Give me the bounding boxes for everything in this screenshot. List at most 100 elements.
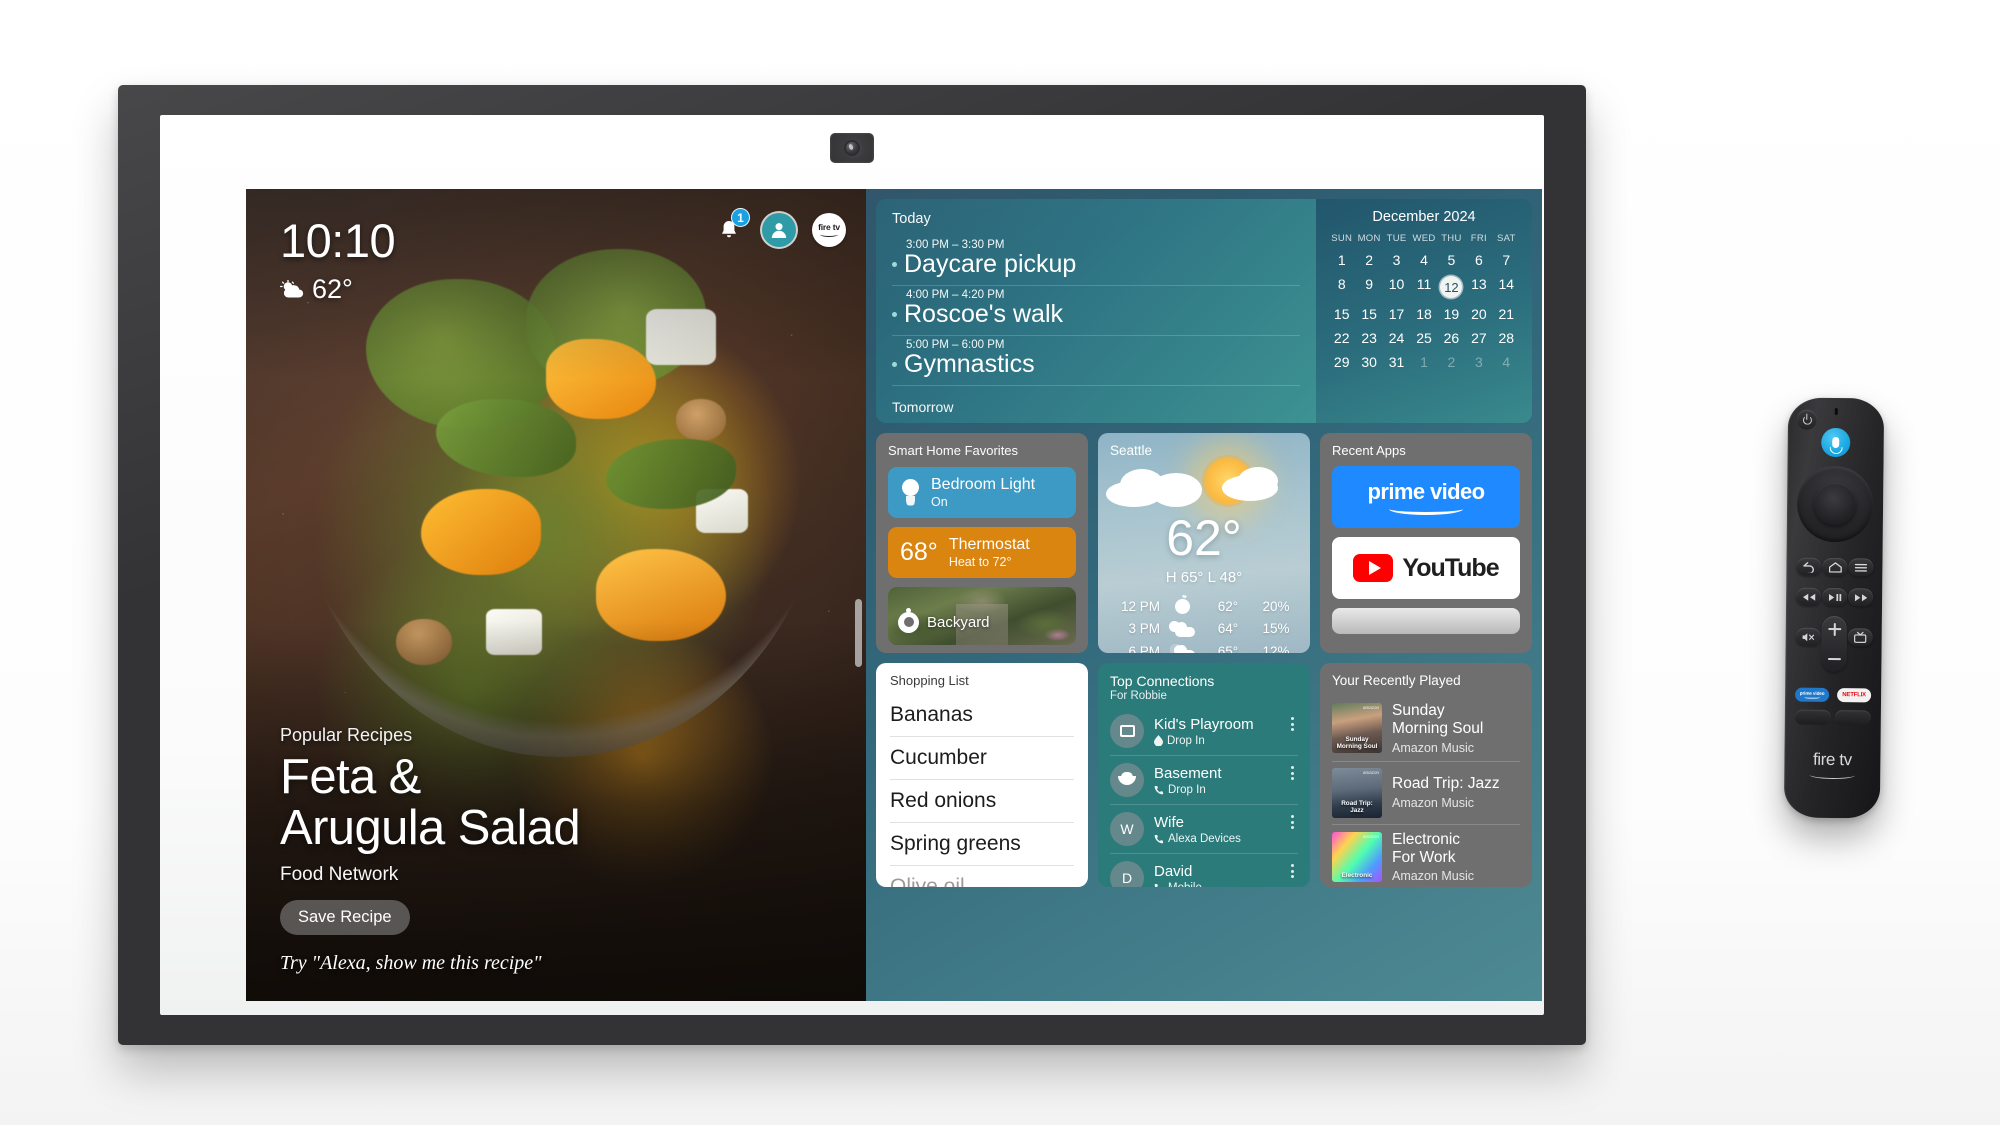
played-row[interactable]: amazon Electronic Electronic For Work Am…	[1332, 825, 1520, 887]
calendar-day[interactable]: 4	[1410, 249, 1437, 271]
connection-row[interactable]: Kid's Playroom Drop In	[1110, 707, 1298, 756]
app-shortcut-button-4[interactable]	[1834, 710, 1871, 726]
shopping-item[interactable]: Red onions	[890, 780, 1074, 823]
agenda-event[interactable]: 5:00 PM – 6:00 PM Gymnastics	[892, 336, 1300, 386]
calendar-card[interactable]: December 2024 SUN MON TUE WED THU FRI SAT 1 2 3 4 5…	[1316, 199, 1532, 423]
connection-meta: Drop In	[1154, 735, 1254, 747]
calendar-day[interactable]: 6	[1465, 249, 1492, 271]
calendar-day-today[interactable]: 12	[1438, 273, 1465, 301]
calendar-day[interactable]: 27	[1465, 327, 1492, 349]
connection-row[interactable]: W Wife Alexa Devices	[1110, 805, 1298, 854]
calendar-day[interactable]: 3	[1465, 351, 1492, 373]
agenda-event[interactable]: 4:00 PM – 4:20 PM Roscoe's walk	[892, 286, 1300, 336]
recently-played-card[interactable]: Your Recently Played amazon Sunday Morni…	[1320, 663, 1532, 887]
next-app-tile-partial[interactable]	[1332, 608, 1520, 634]
calendar-day[interactable]: 3	[1383, 249, 1410, 271]
calendar-day[interactable]: 25	[1410, 327, 1437, 349]
connection-overflow-menu[interactable]	[1291, 864, 1294, 878]
album-art: amazon Road Trip: Jazz	[1332, 767, 1382, 818]
agenda-event[interactable]: 3:00 PM – 3:30 PM Daycare pickup	[892, 236, 1300, 286]
calendar-day[interactable]: 11	[1410, 273, 1437, 301]
smart-home-card[interactable]: Smart Home Favorites Bedroom Light On 68…	[876, 433, 1088, 653]
calendar-day[interactable]: 19	[1438, 303, 1465, 325]
connection-overflow-menu[interactable]	[1291, 717, 1294, 731]
recent-apps-card[interactable]: Recent Apps prime video YouTube	[1320, 433, 1532, 653]
calendar-day[interactable]: 17	[1383, 303, 1410, 325]
calendar-day[interactable]: 29	[1328, 351, 1355, 373]
prime-video-app-tile[interactable]: prime video	[1332, 466, 1520, 528]
calendar-day[interactable]: 31	[1383, 351, 1410, 373]
connection-overflow-menu[interactable]	[1291, 815, 1294, 829]
top-connections-card[interactable]: Top Connections For Robbie Kid's Playroo…	[1098, 663, 1310, 887]
calendar-day[interactable]: 15	[1355, 303, 1382, 325]
calendar-day[interactable]: 23	[1355, 327, 1382, 349]
recipe-hero-panel[interactable]: 10:10 62° 1 fire tv Popular Recipes Feta…	[246, 189, 866, 1001]
home-button[interactable]	[1822, 557, 1848, 577]
menu-button[interactable]	[1848, 558, 1874, 577]
play-pause-button[interactable]	[1822, 587, 1848, 607]
calendar-day[interactable]: 22	[1328, 327, 1355, 349]
fast-forward-button[interactable]	[1848, 588, 1874, 607]
netflix-shortcut-label: NETFLIX	[1842, 692, 1866, 699]
calendar-day[interactable]: 5	[1438, 249, 1465, 271]
notifications-button[interactable]: 1	[712, 208, 750, 247]
fire-tv-remote[interactable]: prime video NETFLIX fire tv	[1783, 397, 1885, 819]
volume-rocker[interactable]	[1821, 615, 1847, 673]
voice-button[interactable]	[1821, 427, 1851, 458]
hero-scrollbar-thumb[interactable]	[855, 599, 862, 667]
calendar-dow: SAT	[1496, 233, 1516, 244]
shopping-item[interactable]: Bananas	[890, 694, 1074, 737]
weather-card[interactable]: Seattle 62° H 65° L 48° 12 PM 62° 20% 3 …	[1098, 433, 1310, 653]
calendar-day-number: 29	[1333, 354, 1350, 370]
netflix-shortcut-button[interactable]: NETFLIX	[1837, 688, 1872, 703]
calendar-day[interactable]: 20	[1465, 303, 1492, 325]
shopping-list-card[interactable]: Shopping List Bananas Cucumber Red onion…	[876, 663, 1088, 887]
shopping-item[interactable]: Cucumber	[890, 737, 1074, 780]
backyard-camera-tile[interactable]: Backyard	[888, 586, 1076, 645]
calendar-day-number: 7	[1502, 252, 1511, 268]
calendar-day[interactable]: 10	[1383, 273, 1410, 301]
calendar-day[interactable]: 21	[1493, 303, 1520, 325]
shopping-item[interactable]: Spring greens	[890, 823, 1074, 866]
bedroom-light-tile[interactable]: Bedroom Light On	[888, 467, 1076, 518]
agenda-card[interactable]: Today 3:00 PM – 3:30 PM Daycare pickup 4…	[876, 199, 1316, 423]
calendar-day-number: 12	[1440, 276, 1463, 298]
calendar-day[interactable]: 14	[1493, 273, 1520, 301]
tv-guide-icon	[1854, 631, 1867, 643]
prime-video-shortcut-button[interactable]: prime video	[1795, 687, 1830, 702]
profile-avatar[interactable]	[762, 213, 796, 247]
calendar-day[interactable]: 9	[1355, 273, 1382, 301]
navigation-ring[interactable]	[1796, 465, 1874, 543]
connection-row[interactable]: Basement Drop In	[1110, 756, 1298, 805]
thermostat-tile[interactable]: 68° Thermostat Heat to 72°	[888, 526, 1076, 578]
calendar-day-number: 25	[1416, 330, 1432, 346]
played-row[interactable]: amazon Road Trip: Jazz Road Trip: Jazz A…	[1332, 762, 1520, 825]
amazon-smile-icon	[820, 232, 838, 238]
back-button[interactable]	[1796, 557, 1822, 576]
calendar-day[interactable]: 1	[1410, 351, 1437, 373]
calendar-day[interactable]: 18	[1410, 303, 1437, 325]
calendar-day[interactable]: 26	[1438, 327, 1465, 349]
mute-button[interactable]	[1795, 627, 1821, 646]
calendar-day[interactable]: 7	[1493, 249, 1520, 271]
save-recipe-button[interactable]: Save Recipe	[280, 900, 410, 935]
played-row[interactable]: amazon Sunday Morning Soul Sunday Mornin…	[1332, 696, 1520, 762]
calendar-day[interactable]: 13	[1465, 273, 1492, 301]
power-button[interactable]	[1796, 409, 1818, 430]
calendar-day[interactable]: 24	[1383, 327, 1410, 349]
app-shortcut-button-3[interactable]	[1794, 709, 1831, 725]
shopping-item[interactable]: Olive oil	[890, 866, 1074, 887]
youtube-app-tile[interactable]: YouTube	[1332, 537, 1520, 599]
rewind-button[interactable]	[1796, 587, 1822, 606]
calendar-day[interactable]: 4	[1493, 351, 1520, 373]
calendar-day[interactable]: 2	[1438, 351, 1465, 373]
calendar-day[interactable]: 1	[1328, 249, 1355, 271]
connection-overflow-menu[interactable]	[1291, 766, 1294, 780]
calendar-day[interactable]: 30	[1355, 351, 1382, 373]
calendar-day[interactable]: 15	[1328, 303, 1355, 325]
connection-row[interactable]: D David Mobile	[1110, 854, 1298, 887]
calendar-day[interactable]: 8	[1328, 273, 1355, 301]
guide-button[interactable]	[1847, 628, 1873, 647]
calendar-day[interactable]: 2	[1355, 249, 1382, 271]
calendar-day[interactable]: 28	[1493, 327, 1520, 349]
